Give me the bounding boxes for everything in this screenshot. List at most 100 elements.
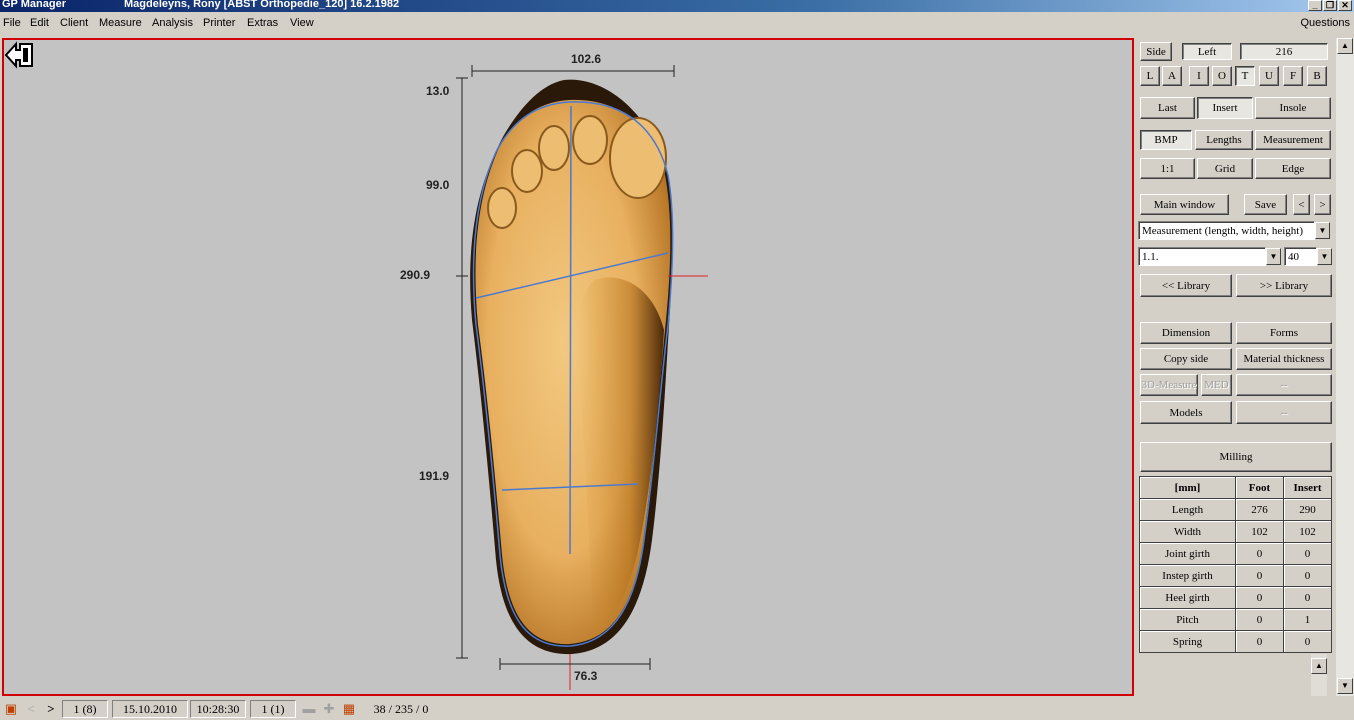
next-button[interactable]: > <box>1314 194 1331 215</box>
record-counter: 1 (8) <box>62 700 108 718</box>
menu-edit[interactable]: Edit <box>30 13 49 33</box>
view-button-b[interactable]: B <box>1307 66 1327 86</box>
close-icon[interactable]: ✕ <box>1338 0 1352 11</box>
item-select[interactable]: 1.1. <box>1138 247 1266 266</box>
window-info: Magdeleyns, Rony [ABST Orthopedie_120] 1… <box>124 0 400 10</box>
menu-printer[interactable]: Printer <box>203 13 235 33</box>
med-button: MED <box>1201 374 1232 396</box>
row-label: Instep girth <box>1139 564 1236 587</box>
insert-value: 0 <box>1283 564 1332 587</box>
table-header: [mm] <box>1139 476 1236 499</box>
placeholder-button-1: -- <box>1236 374 1332 396</box>
measurement-select[interactable]: Measurement (length, width, height) <box>1138 221 1315 240</box>
view-button-l[interactable]: L <box>1140 66 1160 86</box>
chevron-down-icon[interactable]: ▼ <box>1266 248 1281 265</box>
tab-insert[interactable]: Insert <box>1197 97 1253 119</box>
view-button-u[interactable]: U <box>1259 66 1279 86</box>
table-header-row: [mm] Foot Insert <box>1139 476 1332 499</box>
milling-button[interactable]: Milling <box>1140 442 1332 472</box>
pointer-cursor-icon <box>4 41 33 69</box>
chevron-down-icon[interactable]: ▼ <box>1315 222 1330 239</box>
save-button[interactable]: Save <box>1244 194 1287 215</box>
library-prev-button[interactable]: << Library <box>1140 274 1232 297</box>
scroll-up-icon[interactable]: ▲ <box>1311 658 1327 674</box>
copy-side-button[interactable]: Copy side <box>1140 348 1232 370</box>
zoom-1to1-button[interactable]: 1:1 <box>1140 158 1195 179</box>
table-row: Spring 0 0 <box>1139 630 1332 653</box>
status-bar: ▣ < > 1 (8) 15.10.2010 10:28:30 1 (1) ▬ … <box>0 698 1354 720</box>
chevron-right-icon[interactable]: > <box>42 700 60 718</box>
menu-bar: File Edit Client Measure Analysis Printe… <box>0 13 1354 33</box>
placeholder-button-2: -- <box>1236 401 1332 424</box>
status-date: 15.10.2010 <box>112 700 188 718</box>
row-label: Heel girth <box>1139 586 1236 609</box>
scroll-down-icon[interactable]: ▼ <box>1337 678 1353 694</box>
scroll-up-icon[interactable]: ▲ <box>1337 38 1353 54</box>
insert-value: 102 <box>1283 520 1332 543</box>
chevron-left-icon[interactable]: < <box>22 700 40 718</box>
foot-value: 0 <box>1235 630 1284 653</box>
size-select[interactable]: 40 <box>1284 247 1317 266</box>
side-button[interactable]: Side <box>1140 42 1172 61</box>
plus-icon[interactable]: ✚ <box>320 700 338 718</box>
edge-button[interactable]: Edge <box>1255 158 1331 179</box>
menu-view[interactable]: View <box>290 13 314 33</box>
foot-scan-image <box>456 65 708 690</box>
menu-analysis[interactable]: Analysis <box>152 13 193 33</box>
menu-extras[interactable]: Extras <box>247 13 278 33</box>
view-button-i[interactable]: I <box>1189 66 1209 86</box>
insert-value: 1 <box>1283 608 1332 631</box>
view-button-f[interactable]: F <box>1283 66 1303 86</box>
menu-measure[interactable]: Measure <box>99 13 142 33</box>
export-icon[interactable]: ▦ <box>340 700 358 718</box>
view-button-a[interactable]: A <box>1162 66 1182 86</box>
table-row: Heel girth 0 0 <box>1139 586 1332 609</box>
table-row: Pitch 0 1 <box>1139 608 1332 631</box>
menu-client[interactable]: Client <box>60 13 88 33</box>
marker-label-1: 13.0 <box>426 84 450 98</box>
main-window-button[interactable]: Main window <box>1140 194 1229 215</box>
insert-value: 0 <box>1283 586 1332 609</box>
menu-file[interactable]: File <box>3 13 21 33</box>
foot-value: 0 <box>1235 608 1284 631</box>
forms-button[interactable]: Forms <box>1236 322 1332 344</box>
tab-insole[interactable]: Insole <box>1255 97 1331 119</box>
tab-bmp[interactable]: BMP <box>1140 130 1192 150</box>
table-scrollbar[interactable]: ▲ <box>1311 654 1327 696</box>
table-row: Length 276 290 <box>1139 498 1332 521</box>
foot-scan-canvas[interactable]: 102.6 76.3 13.0 99.0 290.9 191.9 <box>2 38 1134 696</box>
tab-last[interactable]: Last <box>1140 97 1195 119</box>
coordinate-readout: 38 / 235 / 0 <box>373 701 429 716</box>
dimension-button[interactable]: Dimension <box>1140 322 1232 344</box>
title-bar: GP Manager Magdeleyns, Rony [ABST Orthop… <box>0 0 1354 12</box>
tab-lengths[interactable]: Lengths <box>1195 130 1253 150</box>
foot-value: 0 <box>1235 586 1284 609</box>
table-header: Insert <box>1283 476 1332 499</box>
width-top-label: 102.6 <box>571 52 602 66</box>
tab-measurement[interactable]: Measurement <box>1255 130 1331 150</box>
prev-button[interactable]: < <box>1293 194 1310 215</box>
row-label: Length <box>1139 498 1236 521</box>
models-button[interactable]: Models <box>1140 401 1232 424</box>
menu-questions[interactable]: Questions <box>1300 13 1350 33</box>
3d-measure-button: 3D-Measure <box>1140 374 1198 396</box>
row-label: Width <box>1139 520 1236 543</box>
view-button-o[interactable]: O <box>1212 66 1232 86</box>
row-label: Pitch <box>1139 608 1236 631</box>
restore-icon[interactable]: ❐ <box>1323 0 1337 11</box>
view-button-t[interactable]: T <box>1235 66 1255 86</box>
material-thickness-button[interactable]: Material thickness <box>1236 348 1332 370</box>
chevron-down-icon[interactable]: ▼ <box>1317 248 1332 265</box>
folder-icon[interactable]: ▣ <box>2 700 20 718</box>
grid-button[interactable]: Grid <box>1197 158 1253 179</box>
status-time: 10:28:30 <box>190 700 246 718</box>
insert-value: 0 <box>1283 542 1332 565</box>
minus-icon[interactable]: ▬ <box>300 700 318 718</box>
number-value: 216 <box>1240 43 1328 60</box>
panel-scrollbar[interactable]: ▲ ▼ <box>1336 38 1354 696</box>
minimize-icon[interactable]: _ <box>1308 0 1322 11</box>
library-next-button[interactable]: >> Library <box>1236 274 1332 297</box>
table-row: Width 102 102 <box>1139 520 1332 543</box>
marker-label-2: 99.0 <box>426 178 450 192</box>
foot-value: 0 <box>1235 542 1284 565</box>
